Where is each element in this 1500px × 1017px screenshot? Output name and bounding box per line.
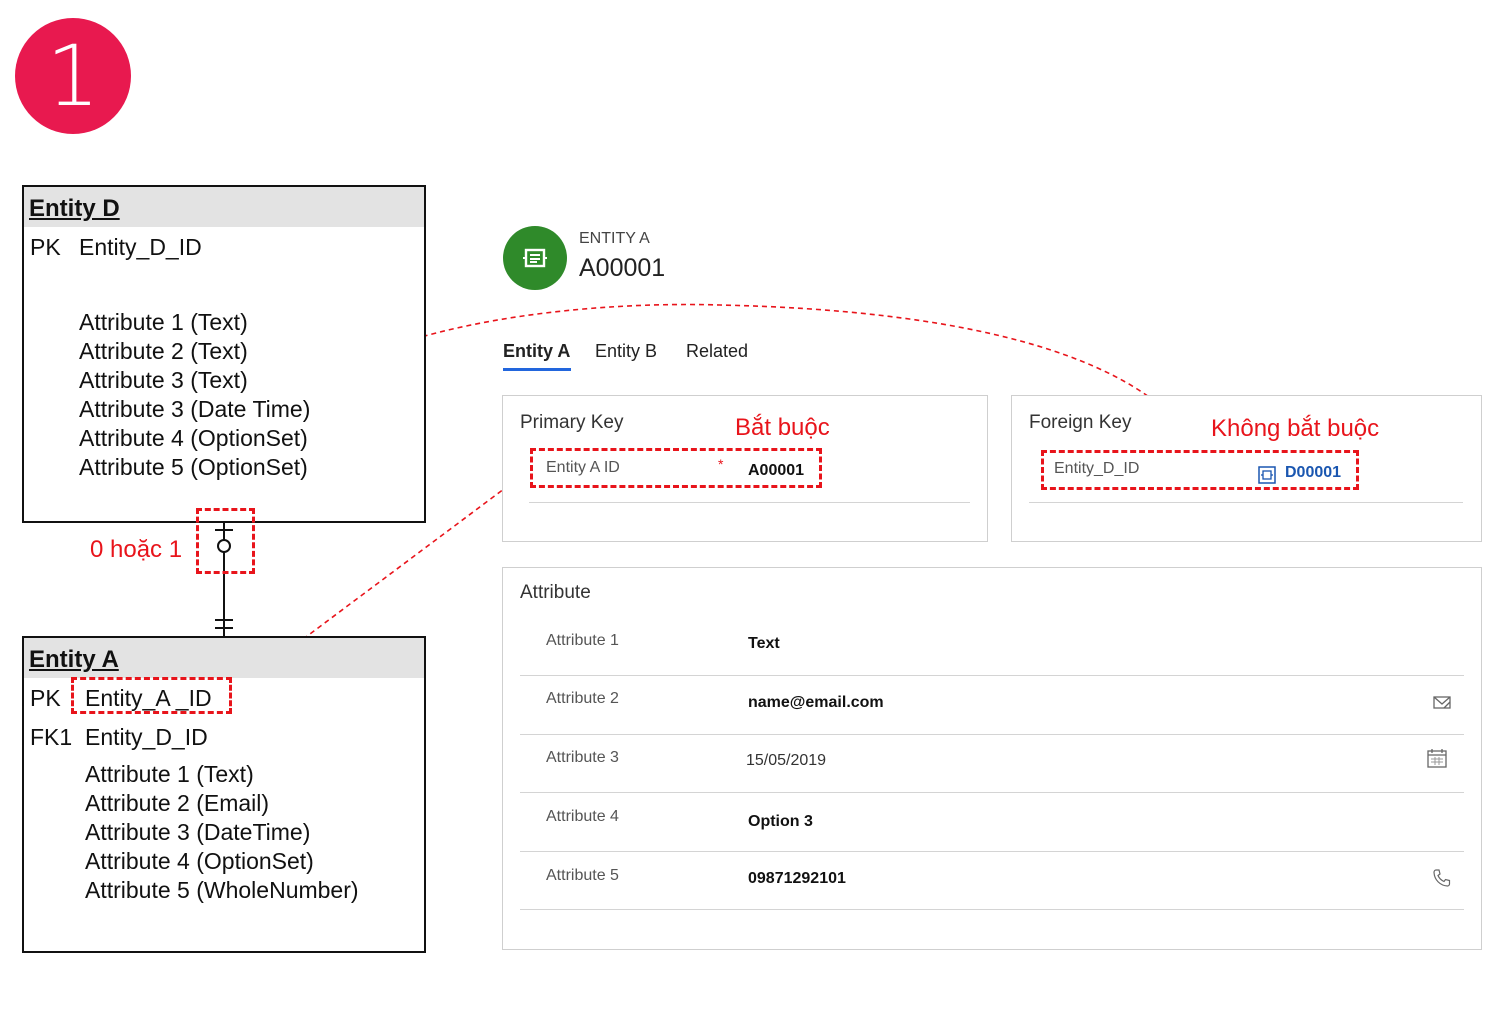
entity-d-table: Entity D PK Entity_D_ID Attribute 1 (Tex… <box>22 185 426 523</box>
phone-icon[interactable] <box>1432 868 1452 893</box>
attribute-row-divider <box>520 675 1464 676</box>
attribute-panel: Attribute Attribute 1 Text Attribute 2 n… <box>502 567 1482 950</box>
entity-icon <box>523 248 547 268</box>
attribute-section-title: Attribute <box>520 582 591 603</box>
tab-active-indicator <box>503 368 571 371</box>
entity-a-attribute: Attribute 2 (Email) <box>85 790 270 816</box>
entity-a-attribute: Attribute 4 (OptionSet) <box>85 848 314 874</box>
entity-d-attribute: Attribute 1 (Text) <box>79 309 248 335</box>
attribute-2-value[interactable]: name@email.com <box>748 694 884 712</box>
foreign-key-divider <box>1029 502 1463 503</box>
email-icon[interactable] <box>1432 694 1452 717</box>
record-avatar <box>503 226 567 290</box>
attribute-4-label: Attribute 4 <box>546 808 619 825</box>
entity-d-attribute-list: Attribute 1 (Text) Attribute 2 (Text) At… <box>79 308 310 482</box>
record-name: A00001 <box>579 254 666 282</box>
cardinality-note: 0 hoặc 1 <box>90 536 183 563</box>
entity-d-attribute: Attribute 3 (Text) <box>79 367 248 393</box>
entity-a-title: Entity A <box>24 638 424 678</box>
entity-a-attribute: Attribute 5 (WholeNumber) <box>85 877 359 903</box>
attribute-5-value[interactable]: 09871292101 <box>748 870 846 888</box>
attribute-2-label: Attribute 2 <box>546 690 619 707</box>
attribute-4-value[interactable]: Option 3 <box>748 813 813 831</box>
entity-a-pk-label: PK <box>30 685 61 711</box>
attribute-row-divider <box>520 851 1464 852</box>
foreign-key-title: Foreign Key <box>1029 412 1132 433</box>
entity-d-attribute: Attribute 5 (OptionSet) <box>79 454 308 480</box>
attribute-row-divider <box>520 734 1464 735</box>
primary-key-highlight <box>530 448 822 488</box>
entity-a-attribute: Attribute 3 (DateTime) <box>85 819 311 845</box>
cardinality-highlight <box>196 508 255 574</box>
entity-a-fk-label: FK1 <box>30 724 73 750</box>
primary-key-title: Primary Key <box>520 412 624 433</box>
attribute-row-divider <box>520 909 1464 910</box>
attribute-3-label: Attribute 3 <box>546 749 619 766</box>
attribute-5-label: Attribute 5 <box>546 867 619 884</box>
foreign-key-highlight <box>1041 450 1359 490</box>
tab-entity-b[interactable]: Entity B <box>595 341 657 362</box>
entity-d-attribute: Attribute 4 (OptionSet) <box>79 425 308 451</box>
attribute-3-value[interactable]: 15/05/2019 <box>746 752 826 770</box>
entity-a-attribute: Attribute 1 (Text) <box>85 761 254 787</box>
record-entity-type: ENTITY A <box>579 230 650 247</box>
calendar-icon[interactable] <box>1426 747 1448 774</box>
entity-d-attribute: Attribute 3 (Date Time) <box>79 396 311 422</box>
entity-d-pk-label: PK <box>30 234 61 260</box>
primary-key-required-note: Bắt buộc <box>735 414 830 441</box>
entity-d-title: Entity D <box>24 187 424 227</box>
entity-d-attribute: Attribute 2 (Text) <box>79 338 248 364</box>
entity-a-attribute-list: Attribute 1 (Text) Attribute 2 (Email) A… <box>85 760 359 905</box>
foreign-key-optional-note: Không bắt buộc <box>1211 415 1380 442</box>
entity-a-pk-highlight <box>71 677 232 714</box>
attribute-1-value[interactable]: Text <box>748 635 780 653</box>
attribute-1-label: Attribute 1 <box>546 632 619 649</box>
primary-key-divider <box>529 502 970 503</box>
entity-a-fk-field: Entity_D_ID <box>85 724 208 750</box>
entity-d-pk-field: Entity_D_ID <box>79 234 202 260</box>
tab-entity-a[interactable]: Entity A <box>503 341 570 362</box>
tab-related[interactable]: Related <box>686 341 748 362</box>
attribute-row-divider <box>520 792 1464 793</box>
